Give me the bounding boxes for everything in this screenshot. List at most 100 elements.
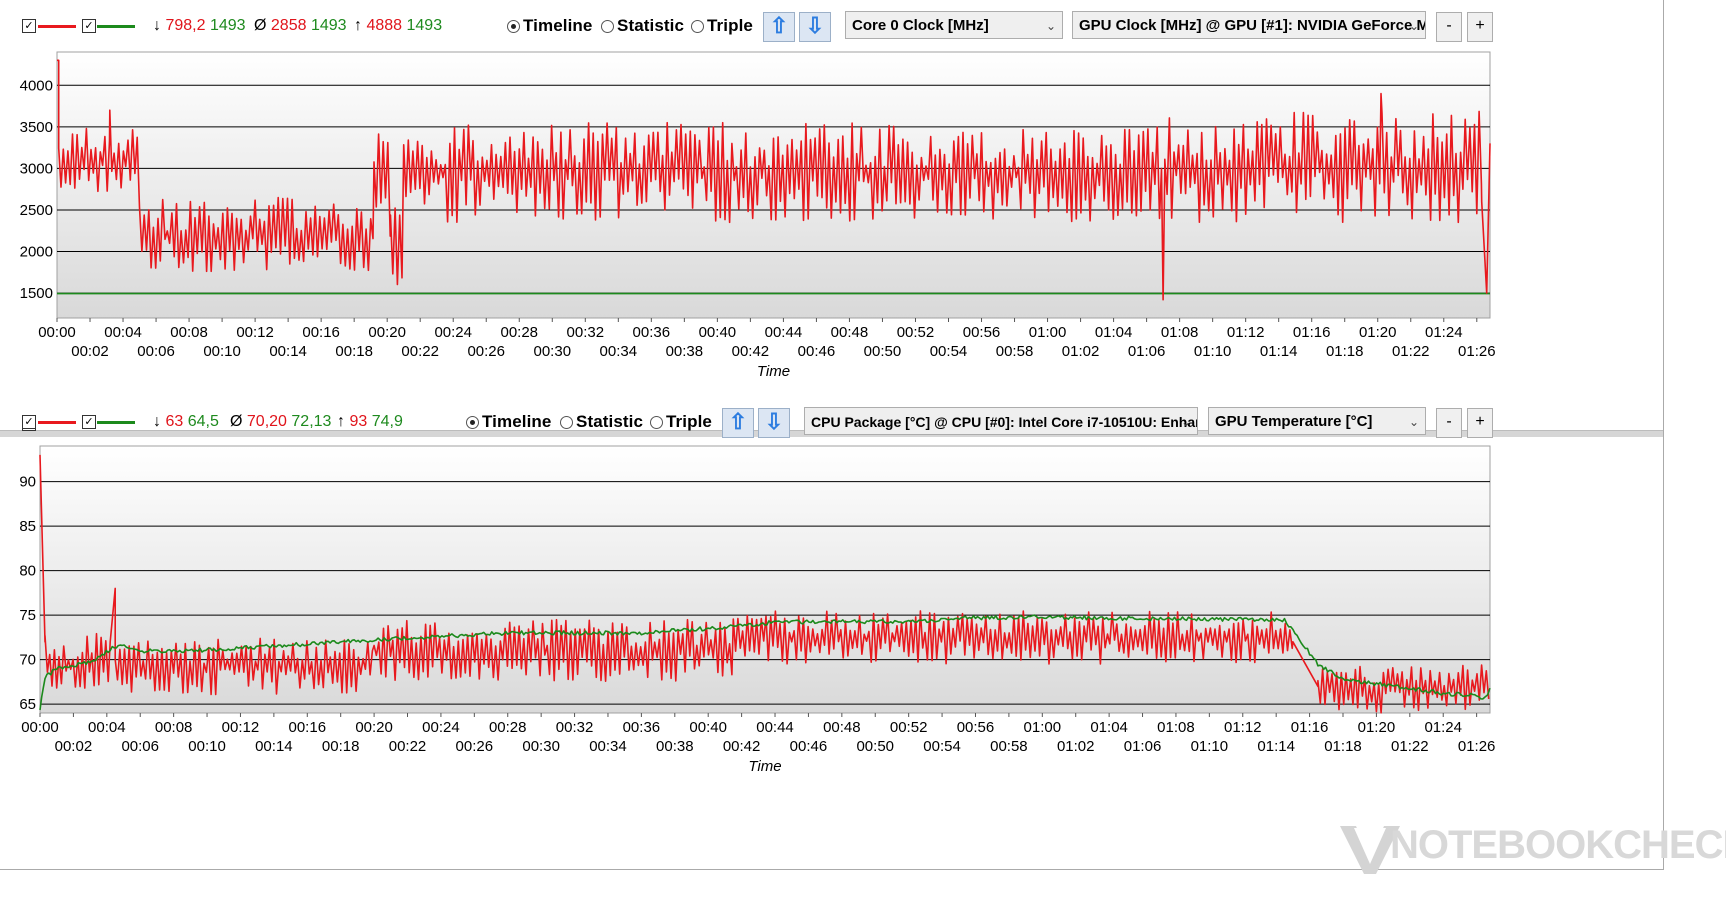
x-tick-label: 00:14 xyxy=(255,738,293,755)
window-right-border xyxy=(1663,0,1664,870)
x-tick-label: 00:40 xyxy=(699,324,737,341)
x-tick-label: 00:04 xyxy=(88,719,126,736)
x-tick-label: 00:12 xyxy=(236,324,274,341)
x-tick-label: 00:34 xyxy=(600,343,638,360)
x-tick-label: 00:54 xyxy=(930,343,968,360)
x-tick-label: 00:12 xyxy=(222,719,260,736)
x-tick-label: 00:52 xyxy=(890,719,928,736)
x-tick-label: 00:34 xyxy=(589,738,627,755)
x-tick-label: 00:14 xyxy=(269,343,307,360)
x-tick-label: 00:46 xyxy=(790,738,828,755)
x-tick-label: 01:24 xyxy=(1424,719,1462,736)
x-tick-label: 00:16 xyxy=(302,324,340,341)
watermark-text: NOTEBOOKCHECK xyxy=(1390,823,1726,867)
x-tick-label: 00:58 xyxy=(990,738,1028,755)
x-tick-label: 00:36 xyxy=(623,719,661,736)
x-tick-label: 00:30 xyxy=(534,343,572,360)
x-tick-label: 01:08 xyxy=(1161,324,1199,341)
y-tick-label: 70 xyxy=(19,652,36,669)
x-tick-label: 00:08 xyxy=(155,719,193,736)
x-tick-label: 01:18 xyxy=(1326,343,1364,360)
x-tick-label: 01:22 xyxy=(1392,343,1430,360)
x-tick-label: 00:00 xyxy=(21,719,59,736)
plot-background xyxy=(56,51,1491,319)
x-tick-label: 01:06 xyxy=(1128,343,1166,360)
y-tick-label: 3000 xyxy=(20,160,53,177)
x-tick-label: 01:04 xyxy=(1090,719,1128,736)
top-chart[interactable]: 1500 2000 2500 3000 3500 4000 00:00 00:04 00:08 0… xyxy=(0,0,1664,432)
x-tick-label: 01:10 xyxy=(1194,343,1232,360)
x-tick-label: 00:42 xyxy=(723,738,761,755)
x-tick-label: 01:00 xyxy=(1024,719,1062,736)
x-tick-label: 01:12 xyxy=(1227,324,1265,341)
plot-area: 1500 2000 2500 3000 3500 4000 00:00 00:04 00:08 0… xyxy=(20,51,1496,380)
x-tick-label: 00:26 xyxy=(456,738,494,755)
x-tick-label: 01:14 xyxy=(1257,738,1295,755)
x-tick-label: 01:16 xyxy=(1293,324,1331,341)
x-tick-label: 00:10 xyxy=(203,343,241,360)
x-tick-label: 00:32 xyxy=(556,719,594,736)
x-axis-title: Time xyxy=(757,363,790,380)
x-tick-label: 00:44 xyxy=(756,719,794,736)
x-tick-label: 01:16 xyxy=(1291,719,1329,736)
x-tick-label: 01:20 xyxy=(1359,324,1397,341)
x-tick-label: 00:26 xyxy=(467,343,505,360)
x-tick-label: 00:38 xyxy=(666,343,704,360)
x-tick-label: 00:16 xyxy=(289,719,327,736)
x-tick-label: 00:22 xyxy=(389,738,427,755)
x-tick-label: 00:04 xyxy=(104,324,142,341)
x-tick-label: 00:20 xyxy=(368,324,406,341)
x-tick-label: 00:50 xyxy=(864,343,902,360)
x-tick-label: 00:08 xyxy=(170,324,208,341)
x-tick-label: 00:06 xyxy=(121,738,159,755)
x-tick-label: 00:56 xyxy=(957,719,995,736)
x-tick-label: 00:10 xyxy=(188,738,226,755)
x-tick-label: 00:38 xyxy=(656,738,694,755)
x-tick-label: 00:40 xyxy=(689,719,727,736)
y-tick-label: 1500 xyxy=(20,285,53,302)
y-tick-label: 80 xyxy=(19,563,36,580)
x-tick-label: 00:24 xyxy=(434,324,472,341)
x-axis-title: Time xyxy=(748,758,781,775)
x-tick-label: 01:10 xyxy=(1191,738,1229,755)
x-tick-label: 01:12 xyxy=(1224,719,1262,736)
x-tick-label: 01:26 xyxy=(1458,738,1496,755)
x-tick-label: 00:18 xyxy=(335,343,373,360)
x-tick-label: 00:50 xyxy=(856,738,894,755)
x-tick-label: 00:00 xyxy=(38,324,76,341)
x-tick-label: 01:26 xyxy=(1458,343,1496,360)
y-tick-label: 85 xyxy=(19,518,36,535)
y-tick-label: 2500 xyxy=(20,202,53,219)
bottom-chart[interactable]: 65 70 75 80 85 90 00:00 00:04 00:08 00:12 00:16 00:… xyxy=(0,400,1664,870)
x-tick-label: 00:36 xyxy=(633,324,671,341)
top-chart-panel: ✓ ✓ ↓ 798,2 1493 Ø 2858 1493 ↑ 4888 1493… xyxy=(0,0,1664,432)
x-tick-label: 00:32 xyxy=(567,324,605,341)
x-tick-label: 01:02 xyxy=(1057,738,1095,755)
x-tick-label: 00:28 xyxy=(500,324,538,341)
x-tick-label: 00:06 xyxy=(137,343,175,360)
x-tick-label: 00:48 xyxy=(823,719,861,736)
x-tick-label: 00:46 xyxy=(798,343,836,360)
x-tick-label: 00:02 xyxy=(55,738,93,755)
x-tick-label: 00:02 xyxy=(71,343,109,360)
x-tick-label: 00:42 xyxy=(732,343,770,360)
x-tick-label: 00:24 xyxy=(422,719,460,736)
x-tick-label: 01:18 xyxy=(1324,738,1362,755)
plot-area: 65 70 75 80 85 90 00:00 00:04 00:08 00:12 00:16 00:… xyxy=(19,445,1496,775)
y-tick-label: 2000 xyxy=(20,244,53,261)
x-tick-label: 00:54 xyxy=(923,738,961,755)
x-tick-label: 00:58 xyxy=(996,343,1034,360)
x-tick-label: 00:28 xyxy=(489,719,527,736)
plot-background xyxy=(39,445,1491,714)
x-tick-label: 01:00 xyxy=(1029,324,1067,341)
x-tick-label: 00:56 xyxy=(963,324,1001,341)
x-tick-label: 01:20 xyxy=(1358,719,1396,736)
x-tick-label: 01:04 xyxy=(1095,324,1133,341)
y-tick-label: 75 xyxy=(19,607,36,624)
x-tick-label: 01:02 xyxy=(1062,343,1100,360)
y-tick-label: 4000 xyxy=(20,77,53,94)
x-tick-label: 00:44 xyxy=(765,324,803,341)
x-tick-label: 01:06 xyxy=(1124,738,1162,755)
x-tick-label: 00:20 xyxy=(355,719,393,736)
x-tick-label: 01:08 xyxy=(1157,719,1195,736)
